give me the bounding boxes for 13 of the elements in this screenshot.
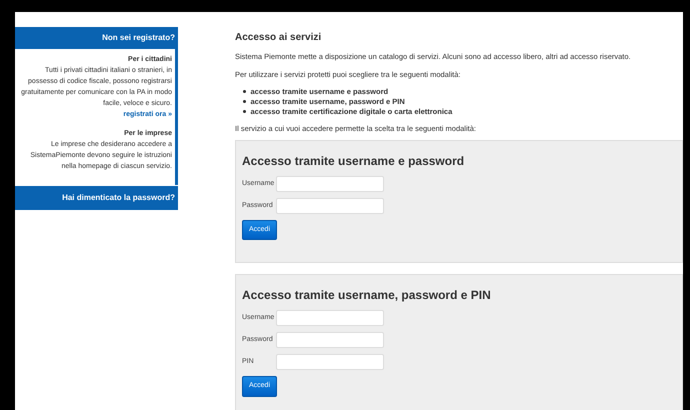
sidebar-header: Non sei registrato? — [15, 27, 178, 49]
bullet-icon — [243, 110, 246, 113]
page-title: Accesso ai servizi — [235, 31, 322, 45]
input-field[interactable] — [276, 176, 384, 192]
input-field[interactable] — [276, 198, 384, 214]
bullet-icon — [243, 90, 246, 93]
bullet-icon — [243, 100, 246, 103]
panel-title: Accesso tramite username, password e PIN — [242, 287, 492, 304]
input-field[interactable] — [276, 310, 384, 326]
input-field[interactable] — [276, 354, 384, 370]
input-field[interactable] — [276, 332, 384, 348]
forgot-password-link[interactable]: Hai dimenticato la password? — [15, 185, 178, 210]
panel-title: Accesso tramite username e password — [242, 152, 466, 170]
